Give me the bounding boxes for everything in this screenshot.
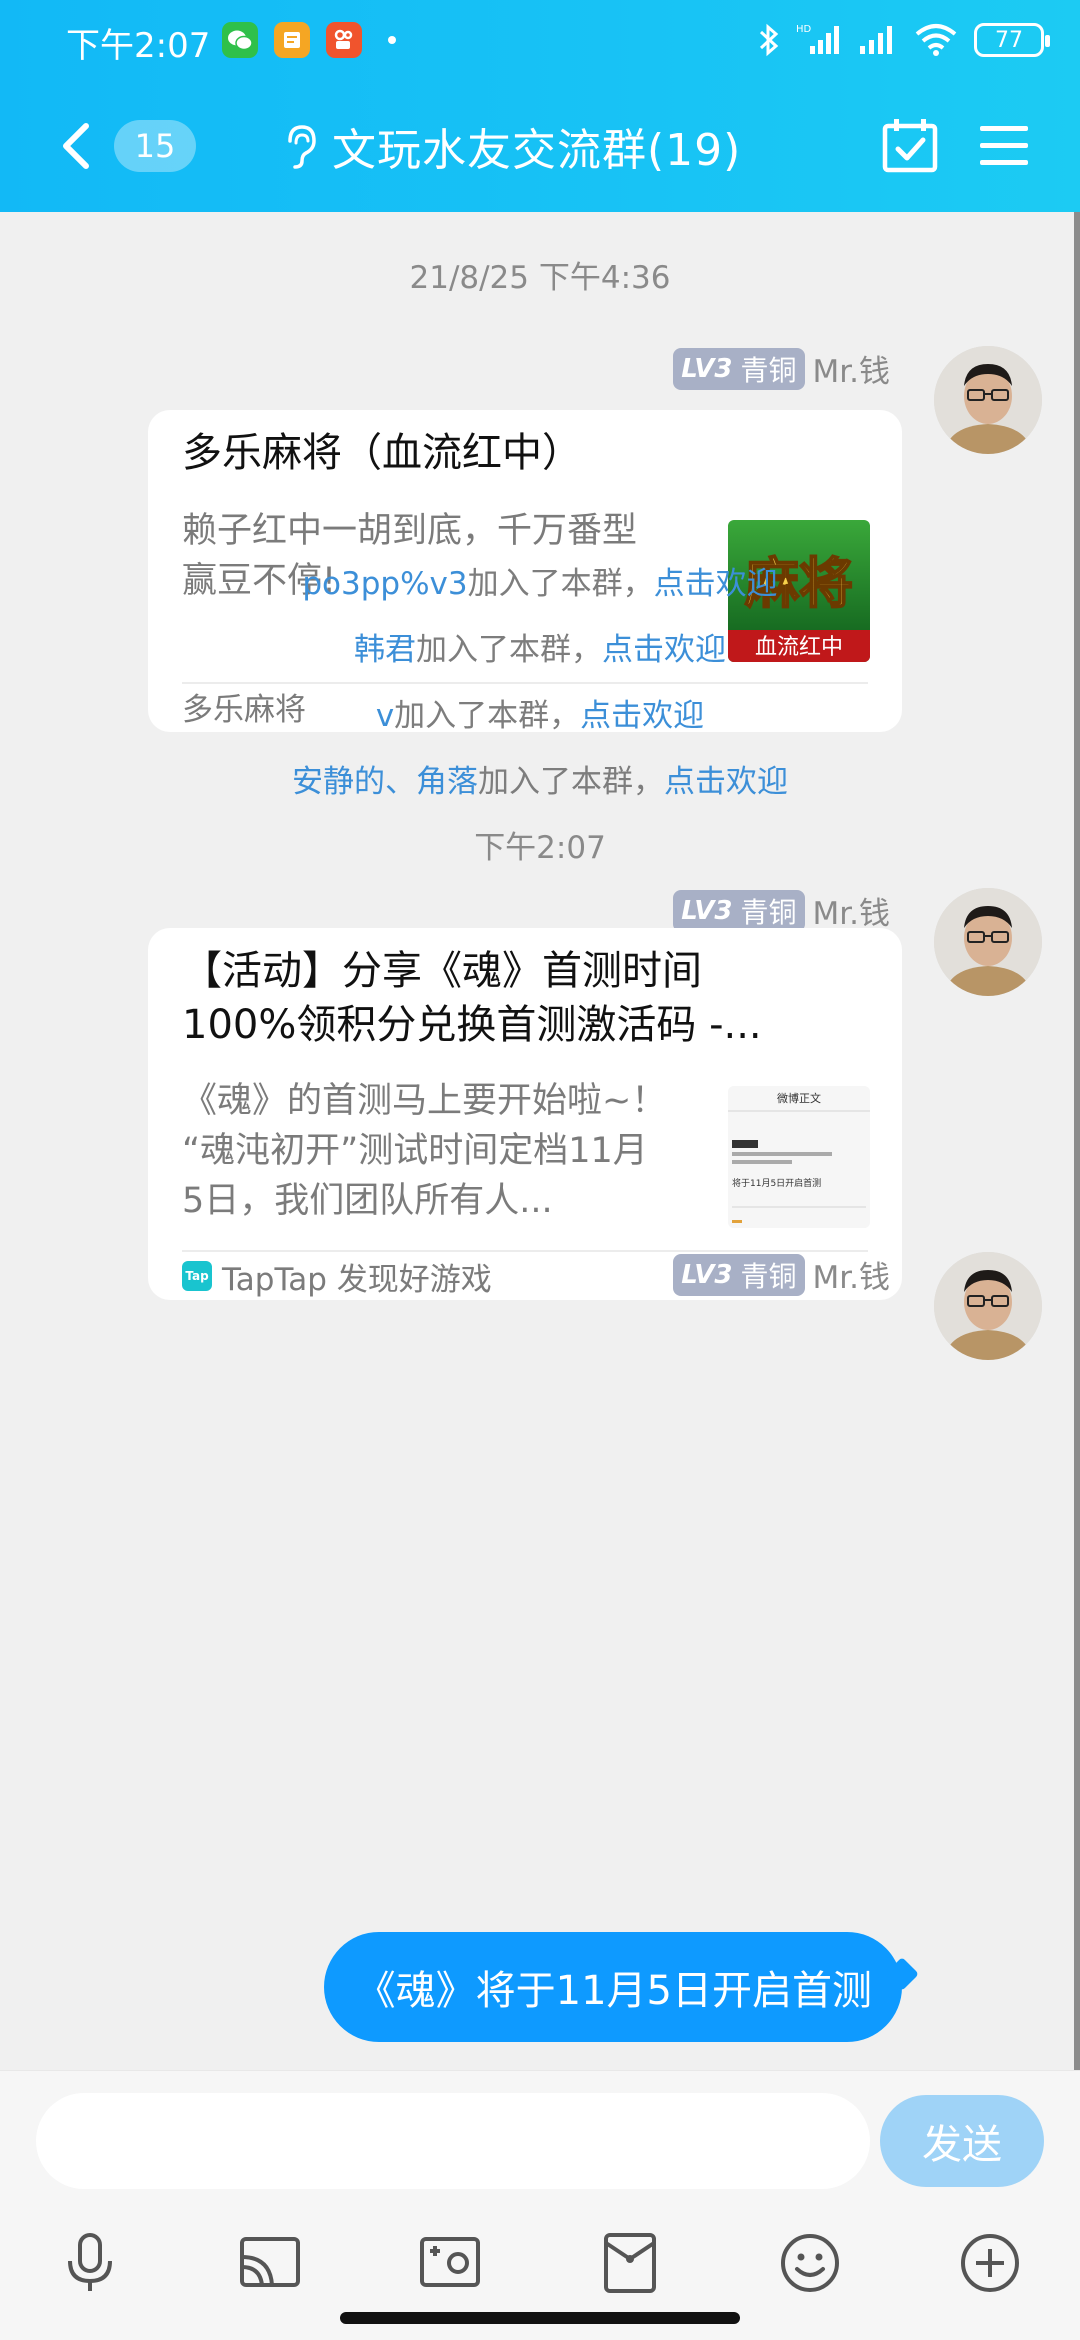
- sender-name[interactable]: Mr.钱: [813, 888, 891, 933]
- level-label: LV3: [681, 895, 733, 926]
- red-packet-icon[interactable]: [596, 2229, 664, 2297]
- home-indicator[interactable]: [340, 2312, 740, 2324]
- level-badge: LV3 青铜: [673, 347, 805, 390]
- card-source-label: TapTap 发现好游戏: [222, 1261, 492, 1298]
- card-description-line: “魂沌初开”测试时间定档11月: [182, 1131, 648, 1171]
- scrollbar[interactable]: [1074, 212, 1080, 2070]
- photo-icon[interactable]: [416, 2229, 484, 2297]
- message-bubble[interactable]: 《魂》将于11月5日开启首测: [323, 1932, 902, 2042]
- more-notifications-dot: [388, 36, 396, 44]
- rank-label: 青铜: [740, 353, 797, 387]
- message-list[interactable]: 21/8/25 下午4:36 LV3 青铜 Mr.钱 多乐麻将（血流红中） 赖子…: [0, 212, 1080, 2070]
- time-divider: 21/8/25 下午4:36: [409, 260, 671, 296]
- system-message: 韩君加入了本群，点击欢迎: [354, 632, 726, 668]
- avatar[interactable]: [934, 1252, 1042, 1360]
- system-message: po3pp%v3加入了本群，点击欢迎: [302, 566, 778, 602]
- calendar-check-icon[interactable]: [880, 116, 940, 176]
- thumb-header: 微博正文: [777, 1091, 821, 1105]
- member-name-link[interactable]: 韩君: [354, 632, 416, 668]
- card-title-line: 100%领积分兑换首测激活码 -...: [182, 1002, 762, 1048]
- system-message: v加入了本群，点击欢迎: [375, 698, 705, 734]
- ear-icon: [288, 125, 316, 169]
- plus-icon[interactable]: [956, 2229, 1024, 2297]
- level-label: LV3: [681, 1259, 733, 1290]
- input-area: 发送: [0, 2070, 1080, 2340]
- welcome-link[interactable]: 点击欢迎: [664, 764, 788, 800]
- screen-cast-icon[interactable]: [236, 2229, 304, 2297]
- sender-info: LV3 青铜 Mr.钱: [673, 346, 890, 391]
- back-arrow-icon[interactable]: [50, 114, 110, 178]
- card-title-line: 【活动】分享《魂》首测时间: [182, 948, 702, 994]
- input-toolbar: [0, 2229, 1080, 2309]
- microphone-icon[interactable]: [56, 2229, 124, 2297]
- card-source: Tap TapTap 发现好游戏: [182, 1258, 492, 1298]
- chat-title-area[interactable]: 文玩水友交流群(19): [282, 114, 741, 178]
- message-input[interactable]: [36, 2093, 870, 2189]
- wifi-icon: [915, 24, 957, 56]
- signal-icon: [860, 26, 892, 54]
- sender-name[interactable]: Mr.钱: [813, 1252, 891, 1297]
- level-badge: LV3 青铜: [673, 889, 805, 932]
- welcome-link[interactable]: 点击欢迎: [654, 566, 778, 602]
- level-badge: LV3 青铜: [673, 1253, 805, 1296]
- emoji-icon[interactable]: [776, 2229, 844, 2297]
- notes-app-icon: [274, 22, 310, 58]
- time-divider: 下午2:07: [474, 830, 606, 866]
- link-card-article[interactable]: 【活动】分享《魂》首测时间 100%领积分兑换首测激活码 -... 《魂》的首测…: [148, 928, 902, 1300]
- kuaishou-icon: [326, 22, 362, 58]
- menu-icon[interactable]: [976, 118, 1032, 174]
- chat-header: 下午2:07 HD 77 15 文玩水友交流群(19): [0, 0, 1080, 212]
- bluetooth-icon: [759, 23, 779, 57]
- member-name-link[interactable]: po3pp%v3: [302, 566, 467, 602]
- status-time: 下午2:07: [66, 26, 211, 66]
- welcome-link[interactable]: 点击欢迎: [580, 698, 704, 734]
- status-right: HD 77: [758, 22, 1050, 58]
- sender-info: LV3 青铜 Mr.钱: [673, 888, 890, 933]
- sender-info: LV3 青铜 Mr.钱: [673, 1252, 890, 1297]
- taptap-logo-icon: Tap: [182, 1261, 212, 1291]
- card-description-line: 5日，我们团队所有人...: [182, 1181, 553, 1221]
- welcome-link[interactable]: 点击欢迎: [602, 632, 726, 668]
- battery-indicator: 77: [974, 23, 1050, 57]
- rank-label: 青铜: [740, 1259, 797, 1293]
- member-name-link[interactable]: 安静的、角落: [292, 764, 478, 800]
- card-title: 多乐麻将（血流红中）: [182, 430, 582, 476]
- member-name-link[interactable]: v: [376, 698, 394, 734]
- level-label: LV3: [681, 353, 733, 384]
- avatar[interactable]: [934, 888, 1042, 996]
- status-bar: 下午2:07 HD 77: [0, 0, 1080, 82]
- chat-title: 文玩水友交流群(19): [332, 125, 742, 176]
- wechat-icon: [222, 22, 258, 58]
- avatar[interactable]: [934, 346, 1042, 454]
- svg-text:HD: HD: [796, 24, 812, 35]
- status-app-icons: [222, 22, 396, 58]
- card-description-line: 赖子红中一胡到底，千万番型: [182, 511, 638, 551]
- article-thumbnail: 微博正文 将于11月5日开启首测: [728, 1086, 870, 1228]
- nav-bar: 15 文玩水友交流群(19): [0, 100, 1080, 192]
- signal-hd-icon: HD: [796, 24, 839, 54]
- send-button[interactable]: 发送: [880, 2095, 1044, 2187]
- rank-label: 青铜: [740, 895, 797, 929]
- card-description-line: 《魂》的首测马上要开始啦~！: [182, 1081, 667, 1121]
- thumb-line: 将于11月5日开启首测: [732, 1177, 821, 1189]
- sender-name[interactable]: Mr.钱: [813, 346, 891, 391]
- system-message: 安静的、角落加入了本群，点击欢迎: [292, 764, 788, 800]
- unread-count-badge[interactable]: 15: [114, 120, 196, 172]
